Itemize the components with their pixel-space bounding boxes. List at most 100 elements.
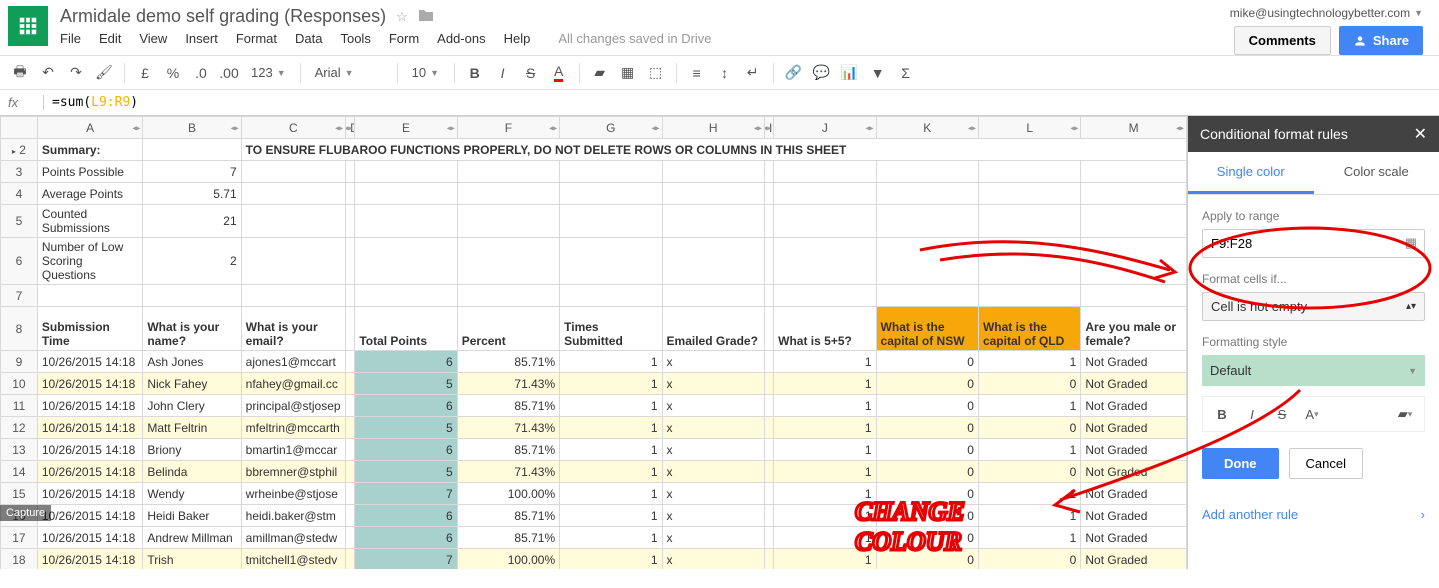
row-header[interactable]: 14 [1, 461, 38, 483]
italic-icon[interactable]: I [491, 61, 515, 85]
cell[interactable]: 1 [978, 527, 1080, 549]
cell[interactable]: 1 [774, 483, 876, 505]
formula-content[interactable]: =sum(L9:R9) [44, 95, 138, 110]
col-header-A[interactable]: A◂▸ [37, 117, 142, 139]
number-format-dropdown[interactable]: 123▼ [245, 65, 292, 80]
filter-icon[interactable]: ▼ [866, 61, 890, 85]
cell[interactable]: Not Graded [1081, 461, 1187, 483]
tab-single-color[interactable]: Single color [1188, 152, 1314, 194]
cell[interactable]: 0 [978, 417, 1080, 439]
col-header-E[interactable]: E◂▸ [355, 117, 457, 139]
column-label[interactable]: Emailed Grade? [662, 307, 764, 351]
folder-icon[interactable] [418, 8, 434, 25]
cell[interactable]: 85.71% [457, 439, 559, 461]
cell[interactable]: 1 [560, 527, 662, 549]
cell[interactable]: 1 [978, 439, 1080, 461]
star-icon[interactable]: ☆ [396, 9, 408, 25]
cell[interactable]: 85.71% [457, 527, 559, 549]
cell[interactable]: Wendy [143, 483, 241, 505]
text-color-icon[interactable]: A▾ [1299, 403, 1325, 425]
cell[interactable]: 0 [876, 527, 978, 549]
range-input[interactable] [1202, 229, 1425, 258]
col-header-I[interactable]: I◂▸ [764, 117, 773, 139]
cell[interactable]: 0 [876, 461, 978, 483]
column-label[interactable]: What is 5+5? [774, 307, 876, 351]
cell[interactable]: 6 [355, 439, 457, 461]
row-header[interactable]: ▸ 2 [1, 139, 38, 161]
row-header[interactable]: 4 [1, 183, 38, 205]
column-label[interactable]: What is the capital of QLD [978, 307, 1080, 351]
row-header[interactable]: 17 [1, 527, 38, 549]
column-label[interactable]: What is your name? [143, 307, 241, 351]
col-header-K[interactable]: K◂▸ [876, 117, 978, 139]
link-icon[interactable]: 🔗 [782, 61, 806, 85]
increase-decimal-icon[interactable]: .00 [217, 61, 241, 85]
cell[interactable]: bmartin1@mccar [241, 439, 345, 461]
text-color-icon[interactable]: A [547, 61, 571, 85]
cell[interactable]: 1 [774, 351, 876, 373]
chart-icon[interactable]: 📊 [838, 61, 862, 85]
cell[interactable]: 1 [560, 549, 662, 570]
row-header[interactable]: 18 [1, 549, 38, 570]
cell[interactable]: 0 [876, 417, 978, 439]
cell[interactable]: tmitchell1@stedv [241, 549, 345, 570]
cell[interactable]: 5 [355, 417, 457, 439]
cell[interactable]: 0 [876, 439, 978, 461]
cell[interactable]: Briony [143, 439, 241, 461]
menu-file[interactable]: File [60, 31, 81, 46]
cell[interactable]: 2 [143, 238, 241, 285]
account-menu[interactable]: mike@usingtechnologybetter.com ▼ [1230, 6, 1423, 20]
comments-button[interactable]: Comments [1234, 26, 1331, 55]
row-header[interactable]: 6 [1, 238, 38, 285]
menu-help[interactable]: Help [504, 31, 531, 46]
row-header[interactable]: 13 [1, 439, 38, 461]
cell[interactable]: 0 [876, 505, 978, 527]
cell[interactable]: 1 [774, 461, 876, 483]
cell[interactable]: 10/26/2015 14:18 [37, 527, 142, 549]
cell[interactable]: 7 [355, 483, 457, 505]
cell[interactable]: heidi.baker@stm [241, 505, 345, 527]
format-preview[interactable]: Default ▼ [1202, 355, 1425, 386]
cell[interactable]: x [662, 439, 764, 461]
cell[interactable]: Not Graded [1081, 351, 1187, 373]
cell[interactable]: 1 [978, 505, 1080, 527]
halign-icon[interactable]: ≡ [685, 61, 709, 85]
condition-select[interactable]: Cell is not empty ▴▾ [1202, 292, 1425, 321]
menu-edit[interactable]: Edit [99, 31, 121, 46]
cell[interactable]: x [662, 417, 764, 439]
row-header[interactable]: 8 [1, 307, 38, 351]
cancel-button[interactable]: Cancel [1289, 448, 1363, 479]
cell[interactable]: 100.00% [457, 549, 559, 570]
cell[interactable]: 100.00% [457, 483, 559, 505]
menu-format[interactable]: Format [236, 31, 277, 46]
cell[interactable]: 0 [876, 395, 978, 417]
italic-icon[interactable]: I [1239, 403, 1265, 425]
cell[interactable]: 1 [560, 373, 662, 395]
col-header-J[interactable]: J◂▸ [774, 117, 876, 139]
cell[interactable]: mfeltrin@mccarth [241, 417, 345, 439]
column-label[interactable]: Times Submitted [560, 307, 662, 351]
cell[interactable]: 71.43% [457, 461, 559, 483]
add-rule-link[interactable]: Add another rule › [1202, 499, 1425, 530]
cell[interactable]: Belinda [143, 461, 241, 483]
col-header-M[interactable]: M◂▸ [1081, 117, 1187, 139]
cell[interactable]: 10/26/2015 14:18 [37, 461, 142, 483]
cell[interactable]: 1 [560, 439, 662, 461]
cell[interactable]: 85.71% [457, 351, 559, 373]
redo-icon[interactable]: ↷ [64, 61, 88, 85]
cell[interactable]: x [662, 351, 764, 373]
col-header-F[interactable]: F◂▸ [457, 117, 559, 139]
cell[interactable]: 1 [774, 505, 876, 527]
cell[interactable]: 1 [978, 351, 1080, 373]
done-button[interactable]: Done [1202, 448, 1279, 479]
cell[interactable]: Counted Submissions [37, 205, 142, 238]
merge-icon[interactable]: ⬚ [644, 61, 668, 85]
comment-icon[interactable]: 💬 [810, 61, 834, 85]
row-header[interactable]: 7 [1, 285, 38, 307]
strikethrough-icon[interactable]: S [519, 61, 543, 85]
col-header-H[interactable]: H◂▸ [662, 117, 764, 139]
menu-data[interactable]: Data [295, 31, 322, 46]
cell[interactable]: 1 [774, 439, 876, 461]
cell[interactable]: Trish [143, 549, 241, 570]
cell[interactable]: bbremner@stphil [241, 461, 345, 483]
